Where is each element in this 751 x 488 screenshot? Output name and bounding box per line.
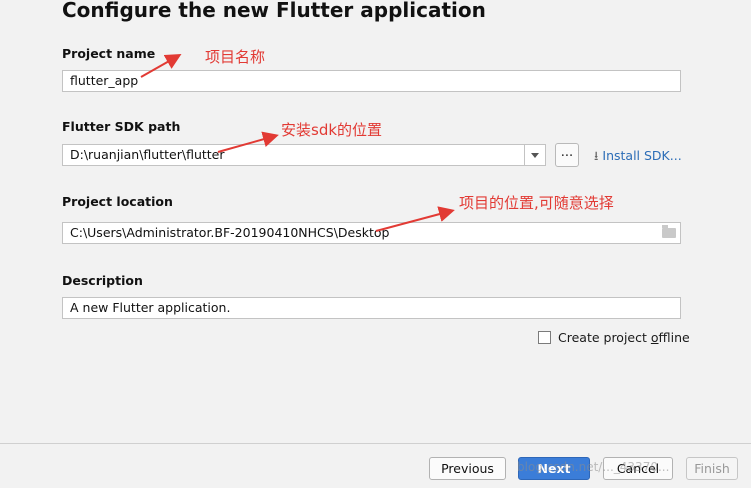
footer-divider: [0, 443, 751, 444]
arrow-to-name-note: [140, 54, 182, 78]
arrow-to-sdk-note: [217, 131, 279, 153]
annotation-arrows: [140, 54, 455, 232]
watermark: blog.csdn.net/..._43370...: [517, 460, 670, 474]
previous-button[interactable]: Previous: [429, 457, 506, 480]
arrow-to-location-note: [375, 206, 455, 232]
finish-button[interactable]: Finish: [686, 457, 738, 480]
